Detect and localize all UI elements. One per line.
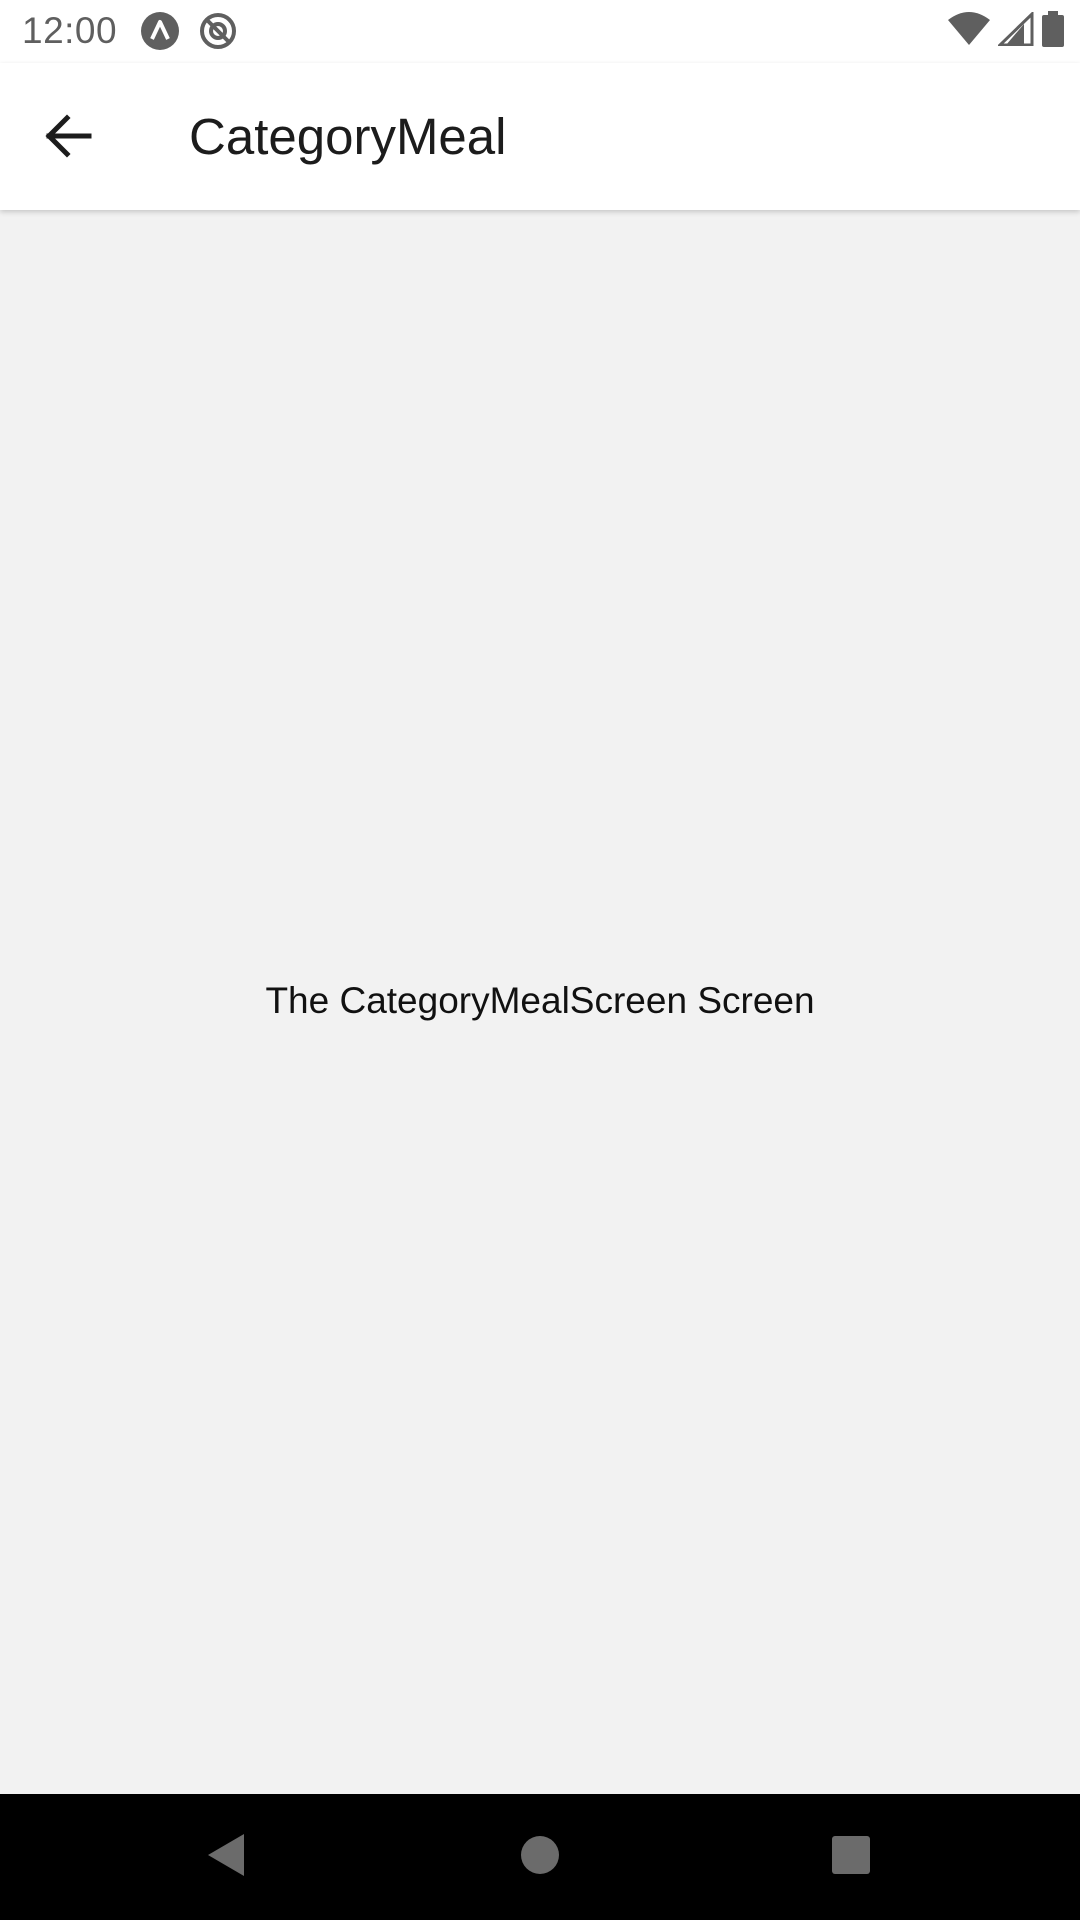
system-nav-bar	[0, 1794, 1080, 1920]
status-bar: 12:00	[0, 0, 1080, 63]
back-triangle-icon	[204, 1831, 248, 1884]
recents-square-icon	[831, 1835, 871, 1880]
battery-icon	[1042, 10, 1064, 52]
status-icons-right	[948, 9, 1064, 52]
nav-home-button[interactable]	[507, 1824, 573, 1890]
wifi-icon	[948, 11, 990, 51]
cell-signal-icon	[996, 9, 1034, 51]
nav-recents-button[interactable]	[818, 1824, 884, 1890]
status-time: 12:00	[22, 10, 118, 51]
screen-message: The CategoryMealScreen Screen	[265, 980, 815, 1021]
main-content: The CategoryMealScreen Screen	[0, 210, 1080, 1794]
nav-back-button[interactable]	[193, 1824, 259, 1890]
screen: 12:00 CategoryMeal The CategoryMealScree…	[0, 0, 1080, 1920]
back-button[interactable]	[28, 98, 108, 178]
app-notification-icon	[140, 11, 180, 51]
sync-disabled-icon	[198, 11, 238, 51]
app-bar: CategoryMeal	[0, 63, 1080, 210]
arrow-back-icon	[43, 113, 93, 163]
app-title: CategoryMeal	[189, 108, 507, 165]
home-circle-icon	[519, 1834, 561, 1881]
